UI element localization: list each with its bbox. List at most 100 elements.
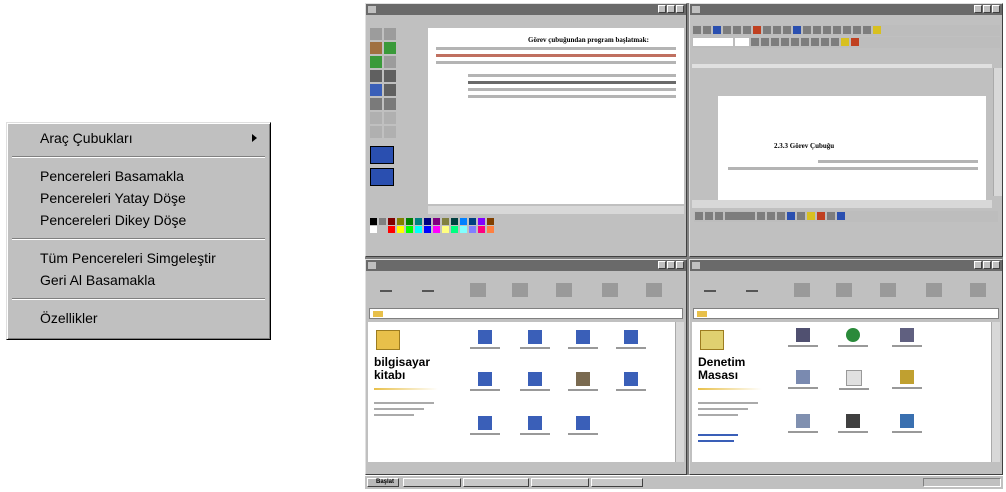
- eraser-tool-icon[interactable]: [370, 42, 382, 54]
- document-file-icon[interactable]: [520, 330, 550, 349]
- rectangle-tool-icon[interactable]: [370, 112, 382, 124]
- paint-horizontal-scrollbar[interactable]: [428, 206, 684, 214]
- system-tray: [923, 478, 1001, 487]
- desktop-screenshot: Görev çubuğundan program başlatmak: 2.3.…: [365, 3, 1003, 489]
- color-swatch-icon: [370, 146, 394, 164]
- select-tool-icon[interactable]: [370, 28, 382, 40]
- paint-titlebar: [366, 4, 686, 15]
- close-button[interactable]: [676, 5, 684, 13]
- paint-doc-heading: Görev çubuğundan program başlatmak:: [528, 36, 649, 44]
- close-button[interactable]: [992, 5, 1000, 13]
- airbrush-tool-icon[interactable]: [370, 84, 382, 96]
- document-file-icon[interactable]: [470, 330, 500, 349]
- maximize-button[interactable]: [667, 261, 675, 269]
- pencil-tool-icon[interactable]: [370, 70, 382, 82]
- document-file-icon[interactable]: [568, 330, 598, 349]
- undo-icon[interactable]: [646, 283, 662, 297]
- internet-options-icon[interactable]: [892, 414, 922, 433]
- copy-icon[interactable]: [556, 283, 572, 297]
- display-icon[interactable]: [892, 370, 922, 389]
- curve-tool-icon[interactable]: [384, 98, 396, 110]
- select-rect-tool-icon[interactable]: [384, 28, 396, 40]
- document-file-icon[interactable]: [616, 330, 646, 349]
- minimize-button[interactable]: [658, 261, 666, 269]
- explorer-address-bar[interactable]: [369, 308, 683, 319]
- close-button[interactable]: [992, 261, 1000, 269]
- cut-icon[interactable]: [836, 283, 852, 297]
- start-button[interactable]: Başlat: [367, 478, 399, 487]
- copy-icon[interactable]: [880, 283, 896, 297]
- users-icon[interactable]: [892, 328, 922, 347]
- menu-separator: [12, 156, 265, 158]
- polygon-tool-icon[interactable]: [384, 112, 396, 124]
- explorer-toolbar: [366, 280, 686, 307]
- document-file-icon[interactable]: [568, 416, 598, 435]
- word-vertical-scrollbar[interactable]: [993, 68, 1002, 196]
- paste-icon[interactable]: [926, 283, 942, 297]
- menu-separator: [12, 298, 265, 300]
- word-document-page[interactable]: 2.3.3 Görev Çubuğu: [718, 96, 986, 200]
- menu-item-cascade[interactable]: Pencereleri Basamakla: [10, 165, 267, 187]
- minimize-button[interactable]: [974, 5, 982, 13]
- taskbar-button-explorer[interactable]: [403, 478, 461, 487]
- maximize-button[interactable]: [983, 5, 991, 13]
- mouse-icon[interactable]: [839, 370, 869, 390]
- explorer-menubar: [366, 271, 686, 280]
- minimize-button[interactable]: [974, 261, 982, 269]
- text-tool-icon[interactable]: [384, 84, 396, 96]
- word-formatting-toolbar: [692, 37, 1000, 48]
- up-folder-icon[interactable]: [794, 283, 810, 297]
- network-icon[interactable]: [788, 328, 818, 347]
- document-file-icon[interactable]: [616, 372, 646, 391]
- regional-settings-icon[interactable]: [838, 328, 868, 347]
- taskbar-button-word[interactable]: [463, 478, 529, 487]
- paint-color-palette[interactable]: [370, 218, 570, 234]
- forward-arrow-icon[interactable]: [422, 290, 434, 306]
- menu-item-undo-cascade[interactable]: Geri Al Basamakla: [10, 269, 267, 291]
- ellipse-tool-icon[interactable]: [370, 126, 382, 138]
- find-fast-icon[interactable]: [838, 414, 868, 433]
- control-panel-address-bar[interactable]: [693, 308, 999, 319]
- cut-icon[interactable]: [512, 283, 528, 297]
- paint-canvas[interactable]: Görev çubuğundan program başlatmak:: [428, 28, 684, 204]
- folder-icon: [376, 330, 400, 350]
- control-panel-vertical-scrollbar[interactable]: [991, 322, 1000, 462]
- brush-tool-icon[interactable]: [384, 70, 396, 82]
- document-file-icon[interactable]: [470, 372, 500, 391]
- up-folder-icon[interactable]: [470, 283, 486, 297]
- rounded-rect-tool-icon[interactable]: [384, 126, 396, 138]
- word-horizontal-scrollbar[interactable]: [692, 200, 992, 208]
- fill-tool-icon[interactable]: [384, 42, 396, 54]
- back-arrow-icon[interactable]: [704, 290, 716, 306]
- back-arrow-icon[interactable]: [380, 290, 392, 306]
- explorer-vertical-scrollbar[interactable]: [675, 322, 684, 462]
- menu-item-tile-vertical[interactable]: Pencereleri Dikey Döşe: [10, 209, 267, 231]
- control-panel-icon: [692, 262, 700, 269]
- minimize-button[interactable]: [658, 5, 666, 13]
- document-file-icon[interactable]: [568, 372, 598, 391]
- menu-item-minimize-all[interactable]: Tüm Pencereleri Simgeleştir: [10, 247, 267, 269]
- document-file-icon[interactable]: [470, 416, 500, 435]
- menu-item-tile-horizontal[interactable]: Pencereleri Yatay Döşe: [10, 187, 267, 209]
- maximize-button[interactable]: [667, 5, 675, 13]
- taskbar-button-control-panel[interactable]: [531, 478, 589, 487]
- document-file-icon[interactable]: [520, 372, 550, 391]
- taskbar-button-paint[interactable]: [591, 478, 643, 487]
- paste-icon[interactable]: [602, 283, 618, 297]
- accessibility-icon[interactable]: [788, 370, 818, 389]
- eyedropper-tool-icon[interactable]: [370, 56, 382, 68]
- control-panel-window: Denetim Masası: [689, 259, 1003, 475]
- date-time-icon[interactable]: [788, 414, 818, 433]
- document-file-icon[interactable]: [520, 416, 550, 435]
- paint-menubar: [366, 15, 686, 24]
- magnifier-tool-icon[interactable]: [384, 56, 396, 68]
- menu-item-toolbars[interactable]: Araç Çubukları: [10, 127, 267, 149]
- maximize-button[interactable]: [983, 261, 991, 269]
- color-swatch-icon: [370, 168, 394, 186]
- line-tool-icon[interactable]: [370, 98, 382, 110]
- close-button[interactable]: [676, 261, 684, 269]
- menu-item-properties[interactable]: Özellikler: [10, 307, 267, 329]
- undo-icon[interactable]: [970, 283, 986, 297]
- control-panel-icon: [700, 330, 724, 350]
- forward-arrow-icon[interactable]: [746, 290, 758, 306]
